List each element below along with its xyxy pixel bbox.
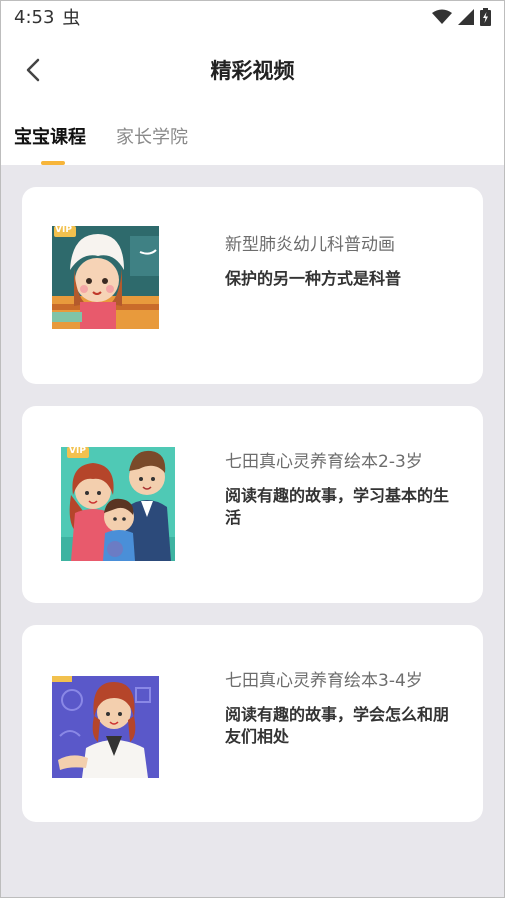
tab-label: 家长学院 [116,126,188,148]
page-title: 精彩视频 [210,59,295,83]
video-description: 阅读有趣的故事，学习基本的生活 [225,486,450,527]
video-card[interactable]: VIP 七田真心灵养育绘本2-3岁 阅读有趣的故事，学习基本的生活 [22,406,483,603]
bug-icon: 虫 [62,8,81,29]
video-thumbnail[interactable]: VIP [61,447,175,561]
video-thumbnail[interactable]: VIP [52,226,159,329]
battery-icon [480,8,491,26]
video-thumbnail[interactable] [52,676,159,778]
video-description: 保护的另一种方式是科普 [225,269,402,288]
chevron-left-icon [26,58,40,82]
video-description: 阅读有趣的故事，学会怎么和朋友们相处 [225,705,450,746]
vip-badge: VIP [55,226,72,235]
cartoon-girl-thumbnail-image [52,226,159,329]
signal-icon [458,9,474,25]
video-card[interactable]: 七田真心灵养育绘本3-4岁 阅读有趣的故事，学会怎么和朋友们相处 [22,625,483,822]
video-card-text: 新型肺炎幼儿科普动画 保护的另一种方式是科普 [225,232,463,290]
tab-parent-academy[interactable]: 家长学院 [116,106,188,165]
teacher-illustration-thumbnail-image [52,676,159,778]
vip-badge: VIP [69,447,86,456]
wifi-icon [432,9,452,24]
tab-active-indicator [41,161,65,165]
status-time: 4:53 [14,6,55,28]
tab-baby-course[interactable]: 宝宝课程 [14,106,86,165]
status-bar: 4:53 虫 [0,0,505,34]
video-title: 新型肺炎幼儿科普动画 [225,235,395,255]
video-card[interactable]: VIP 新型肺炎幼儿科普动画 保护的另一种方式是科普 [22,187,483,384]
tab-bar: 宝宝课程 家长学院 [0,106,505,165]
video-card-text: 七田真心灵养育绘本2-3岁 阅读有趣的故事，学习基本的生活 [225,449,463,529]
back-button[interactable] [18,54,48,86]
status-icons [432,8,491,26]
family-illustration-thumbnail-image [61,447,175,561]
video-title: 七田真心灵养育绘本2-3岁 [225,452,423,472]
app-header: 精彩视频 [0,34,505,106]
tab-label: 宝宝课程 [14,126,86,148]
video-card-text: 七田真心灵养育绘本3-4岁 阅读有趣的故事，学会怎么和朋友们相处 [225,668,463,748]
video-title: 七田真心灵养育绘本3-4岁 [225,671,423,691]
